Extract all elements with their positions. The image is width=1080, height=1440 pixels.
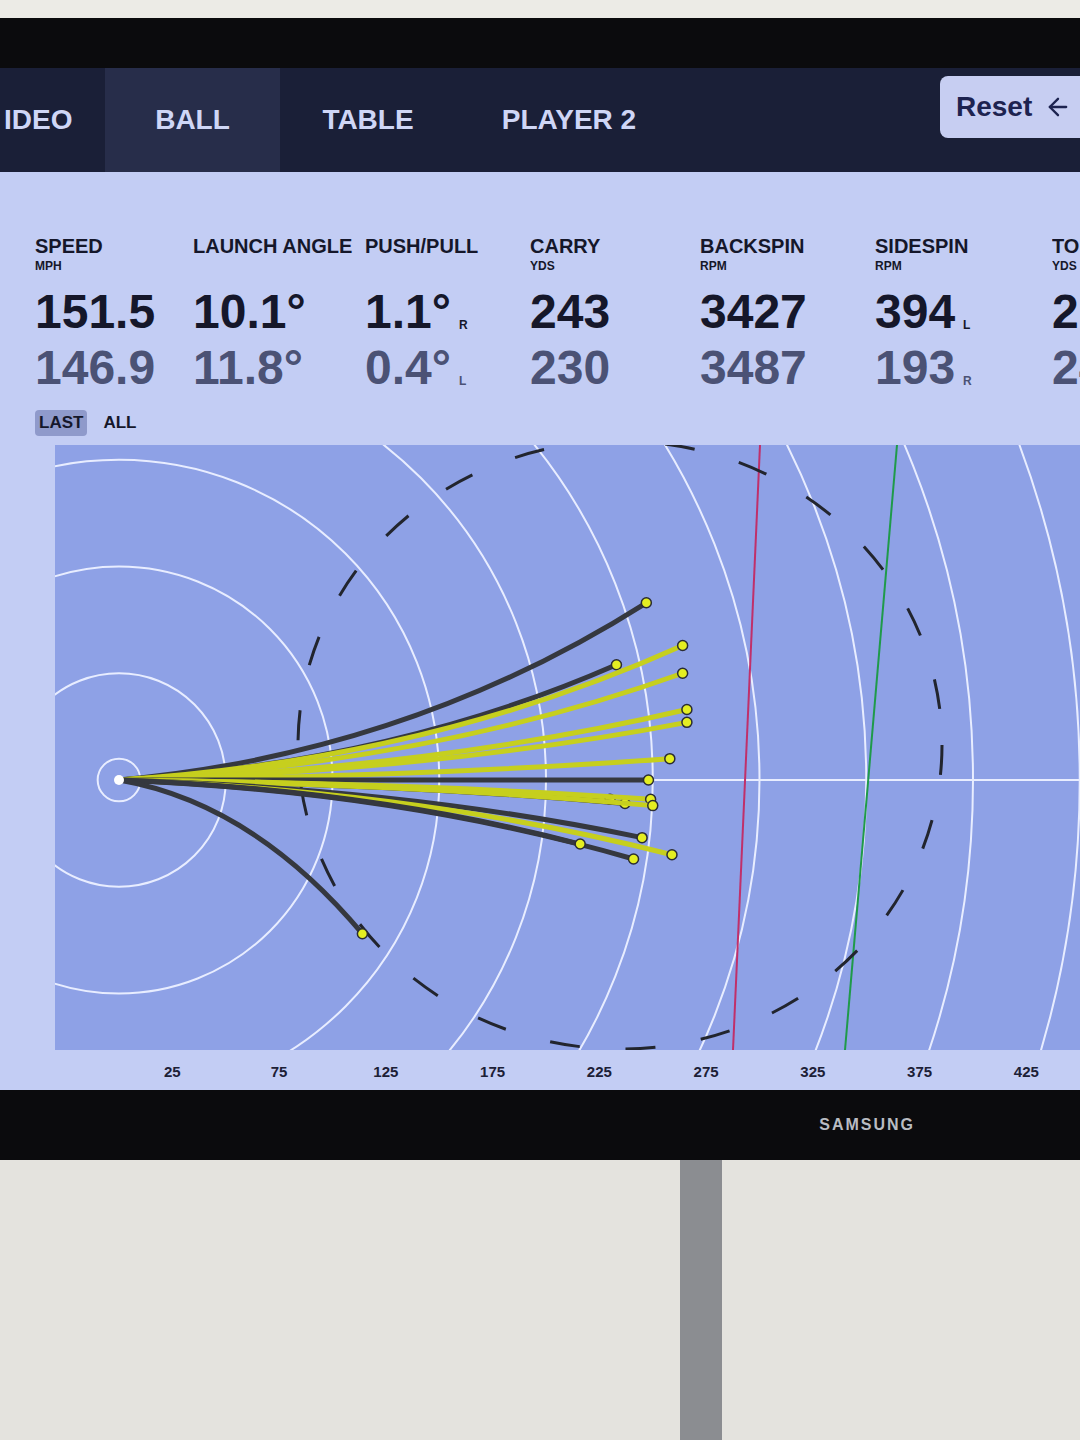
shot-trace[interactable] [119, 717, 692, 780]
stat-label: TO [1052, 234, 1080, 258]
arrow-left-icon [1044, 93, 1072, 121]
shot-chart: 25 75 125 175 225 275 325 375 425 [55, 445, 1080, 1090]
shot-trace[interactable] [119, 780, 367, 939]
top-bar: IDEOBALLTABLEPLAYER 2 Reset [0, 68, 1080, 172]
stat-last: 2 [1052, 286, 1080, 338]
x-tick: 325 [800, 1063, 825, 1080]
bottom-bezel: SAMSUNG [0, 1090, 1080, 1160]
stat-unit: YDS [530, 258, 700, 274]
stat-label: SIDESPIN [875, 234, 1052, 258]
chart-area [55, 445, 1080, 1050]
chart-panel: 25 75 125 175 225 275 325 375 425 [0, 445, 1080, 1090]
x-tick: 425 [1014, 1063, 1039, 1080]
shot-trace[interactable] [119, 780, 585, 849]
stat-column: PUSH/PULL 1.1°R0.4°L [365, 234, 530, 394]
brand-logo: SAMSUNG [819, 1113, 915, 1137]
stat-last: 10.1° [193, 286, 365, 338]
x-tick: 75 [271, 1063, 288, 1080]
stat-average: 3487 [700, 342, 875, 394]
stat-unit [365, 258, 530, 274]
floor [0, 1160, 1080, 1440]
stat-unit: RPM [875, 258, 1052, 274]
stat-label: CARRY [530, 234, 700, 258]
x-tick: 125 [373, 1063, 398, 1080]
stat-average: 0.4°L [365, 342, 530, 394]
stat-column: SIDESPINRPM 394L193R [875, 234, 1052, 394]
stat-unit [193, 258, 365, 274]
tee-marker [114, 775, 124, 785]
stat-average: 193R [875, 342, 1052, 394]
stat-average: 11.8° [193, 342, 365, 394]
stat-last: 3427 [700, 286, 875, 338]
stat-average: 146.9 [35, 342, 193, 394]
x-tick: 225 [587, 1063, 612, 1080]
tab[interactable]: PLAYER 2 [456, 68, 682, 172]
stat-last: 151.5 [35, 286, 193, 338]
stat-unit: MPH [35, 258, 193, 274]
stat-label: LAUNCH ANGLE [193, 234, 365, 258]
stat-column: BACKSPINRPM 34273487 [700, 234, 875, 394]
stat-label: PUSH/PULL [365, 234, 530, 258]
stat-column: TOYDS 224 [1052, 234, 1080, 394]
stat-last: 394L [875, 286, 1052, 338]
stat-last: 1.1°R [365, 286, 530, 338]
stat-column: LAUNCH ANGLE 10.1°11.8° [193, 234, 365, 394]
shot-trace[interactable] [119, 780, 639, 864]
target-line-green [845, 445, 897, 1050]
stat-last: 243 [530, 286, 700, 338]
shot-trace[interactable] [119, 705, 692, 780]
tab[interactable]: TABLE [280, 68, 456, 172]
stat-average: 24 [1052, 342, 1080, 394]
x-tick: 275 [694, 1063, 719, 1080]
stats-row: SPEEDMPH 151.5146.9 LAUNCH ANGLE 10.1°11.8°… [35, 234, 1080, 394]
stat-label: SPEED [35, 234, 193, 258]
shot-trace[interactable] [119, 780, 677, 860]
tab[interactable]: IDEO [0, 68, 105, 172]
stat-unit: RPM [700, 258, 875, 274]
stats-panel: SPEEDMPH 151.5146.9 LAUNCH ANGLE 10.1°11.8°… [0, 172, 1080, 445]
stat-label: BACKSPIN [700, 234, 875, 258]
x-tick: 175 [480, 1063, 505, 1080]
range-rings [55, 445, 1080, 1090]
target-line-red [733, 445, 760, 1050]
monitor: IDEOBALLTABLEPLAYER 2ResetSPEEDMPH151.51… [0, 18, 1080, 1160]
screen: IDEOBALLTABLEPLAYER 2ResetSPEEDMPH151.51… [0, 68, 1080, 1090]
stat-average: 230 [530, 342, 700, 394]
reset-button[interactable]: Reset [940, 76, 1080, 138]
x-tick: 375 [907, 1063, 932, 1080]
shot-trace[interactable] [119, 668, 688, 780]
stat-column: SPEEDMPH 151.5146.9 [35, 234, 193, 394]
toggle-option[interactable]: LAST [35, 410, 87, 436]
toggle-option[interactable]: ALL [99, 410, 140, 436]
photo-page: IDEOBALLTABLEPLAYER 2ResetSPEEDMPH151.51… [0, 0, 1080, 1440]
monitor-stand [680, 1160, 722, 1440]
stat-unit: YDS [1052, 258, 1080, 274]
stat-column: CARRYYDS 243230 [530, 234, 700, 394]
shot-trace[interactable] [119, 640, 688, 780]
shot-trace[interactable] [119, 754, 675, 780]
tab[interactable]: BALL [105, 68, 280, 172]
x-tick: 25 [164, 1063, 181, 1080]
view-toggle: LAST ALL [35, 410, 1080, 436]
